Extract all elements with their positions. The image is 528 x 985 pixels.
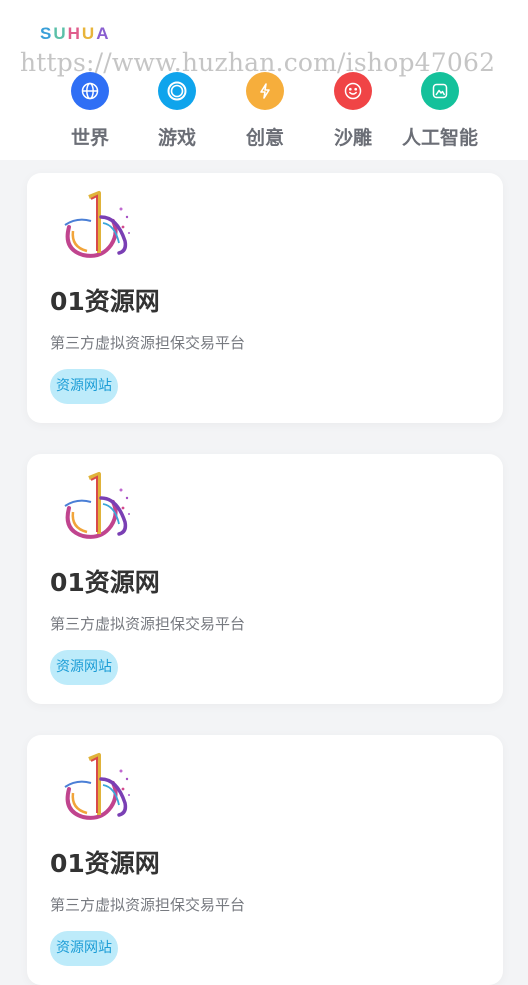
resource-card[interactable]: 01资源网 第三方虚拟资源担保交易平台 资源网站 — [27, 454, 503, 704]
category-label: 创意 — [245, 127, 284, 149]
logo-letter: U — [81, 24, 97, 43]
logo-letter: A — [96, 24, 111, 43]
card-tag[interactable]: 资源网站 — [50, 369, 118, 404]
resource-card[interactable]: 01资源网 第三方虚拟资源担保交易平台 资源网站 — [27, 173, 503, 423]
logo-letter: U — [53, 24, 68, 43]
site-logo-image — [57, 749, 133, 825]
resource-card[interactable]: 01资源网 第三方虚拟资源担保交易平台 资源网站 — [27, 735, 503, 985]
card-description: 第三方虚拟资源担保交易平台 — [50, 896, 246, 914]
card-tag[interactable]: 资源网站 — [50, 650, 118, 685]
header: SUHUA 世界 游戏 创意 沙雕 人工智能 https://www.huzha… — [0, 0, 528, 160]
card-title: 01资源网 — [50, 287, 160, 316]
smiley-icon — [334, 72, 372, 110]
category-creative[interactable]: 创意 — [220, 72, 310, 150]
image-icon — [421, 72, 459, 110]
card-description: 第三方虚拟资源担保交易平台 — [50, 615, 246, 633]
card-description: 第三方虚拟资源担保交易平台 — [50, 334, 246, 352]
category-label: 世界 — [70, 127, 109, 149]
lightning-icon — [246, 72, 284, 110]
category-label: 游戏 — [157, 127, 196, 149]
card-title: 01资源网 — [50, 849, 160, 878]
site-logo-image — [57, 468, 133, 544]
category-world[interactable]: 世界 — [45, 72, 135, 150]
category-games[interactable]: 游戏 — [132, 72, 222, 150]
logo-letter: S — [40, 24, 54, 43]
site-logo-image — [57, 187, 133, 263]
category-label: 沙雕 — [333, 127, 372, 149]
category-nav: 世界 游戏 创意 沙雕 人工智能 — [0, 72, 528, 152]
ring-icon — [158, 72, 196, 110]
card-title: 01资源网 — [50, 568, 160, 597]
category-ai[interactable]: 人工智能 — [395, 72, 485, 150]
logo-letter: H — [67, 24, 82, 43]
globe-icon — [71, 72, 109, 110]
site-logo[interactable]: SUHUA — [40, 24, 110, 44]
category-label: 人工智能 — [401, 127, 478, 149]
category-funny[interactable]: 沙雕 — [308, 72, 398, 150]
card-tag[interactable]: 资源网站 — [50, 931, 118, 966]
